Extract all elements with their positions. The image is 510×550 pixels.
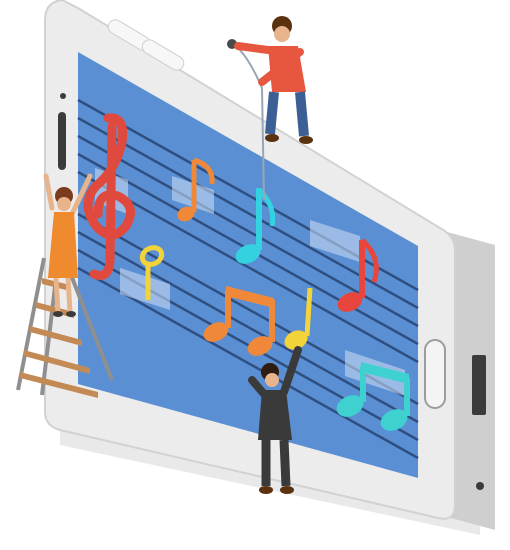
home-button: [424, 339, 446, 409]
music-phone-illustration: [16, 0, 495, 535]
camera-dot: [60, 93, 66, 99]
headphone-jack: [476, 482, 484, 490]
side-button: [58, 112, 66, 170]
side-port: [472, 355, 486, 415]
illustration-stage: [0, 0, 510, 550]
